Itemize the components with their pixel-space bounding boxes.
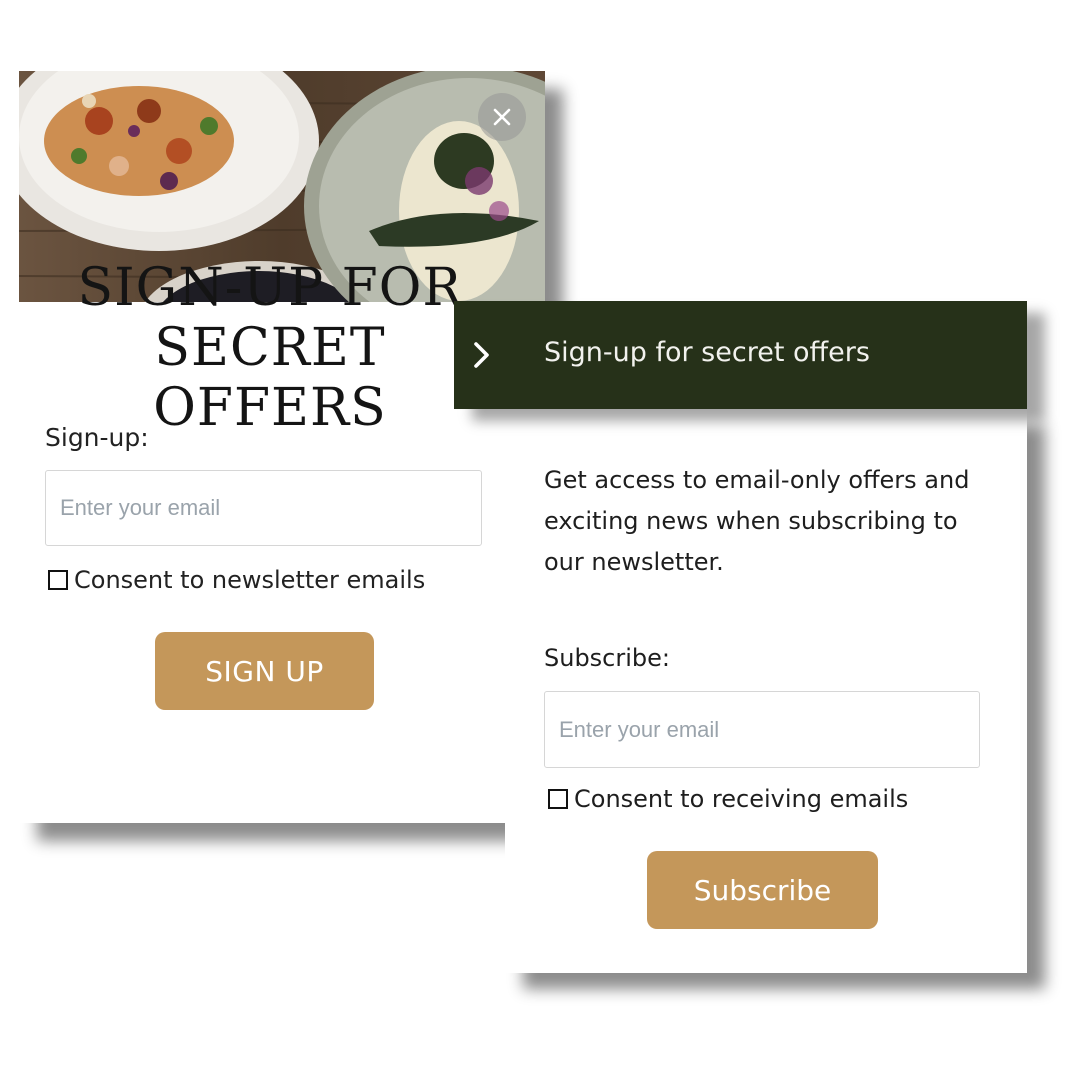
emails-consent[interactable]: Consent to receiving emails (548, 785, 908, 813)
signup-label: Sign-up: (45, 423, 149, 452)
popup-title: SIGN-UP FOR SECRET OFFERS (60, 258, 480, 438)
sign-up-button[interactable]: SIGN UP (155, 632, 374, 710)
subscribe-panel-title: Sign-up for secret offers (544, 337, 870, 368)
popup-title-line2: SECRET OFFERS (153, 318, 387, 438)
newsletter-consent-checkbox[interactable] (48, 570, 68, 590)
emails-consent-label: Consent to receiving emails (574, 785, 909, 813)
canvas: SIGN-UP FOR SECRET OFFERS Sign-up: Conse… (0, 0, 1080, 1080)
subscribe-button[interactable]: Subscribe (647, 851, 878, 929)
subscribe-description: Get access to email-only offers and exci… (544, 466, 970, 576)
signup-email-input[interactable] (45, 470, 482, 546)
emails-consent-checkbox[interactable] (548, 789, 568, 809)
subscribe-panel-header[interactable]: Sign-up for secret offers (454, 301, 1027, 409)
newsletter-consent-label: Consent to newsletter emails (74, 566, 426, 594)
chevron-right-icon[interactable] (472, 339, 492, 371)
close-button[interactable] (478, 93, 526, 141)
subscribe-label: Subscribe: (544, 644, 670, 672)
subscribe-email-input[interactable] (544, 691, 980, 768)
close-icon (493, 108, 511, 126)
popup-title-line1: SIGN-UP FOR (77, 258, 463, 318)
newsletter-consent[interactable]: Consent to newsletter emails (48, 566, 425, 594)
